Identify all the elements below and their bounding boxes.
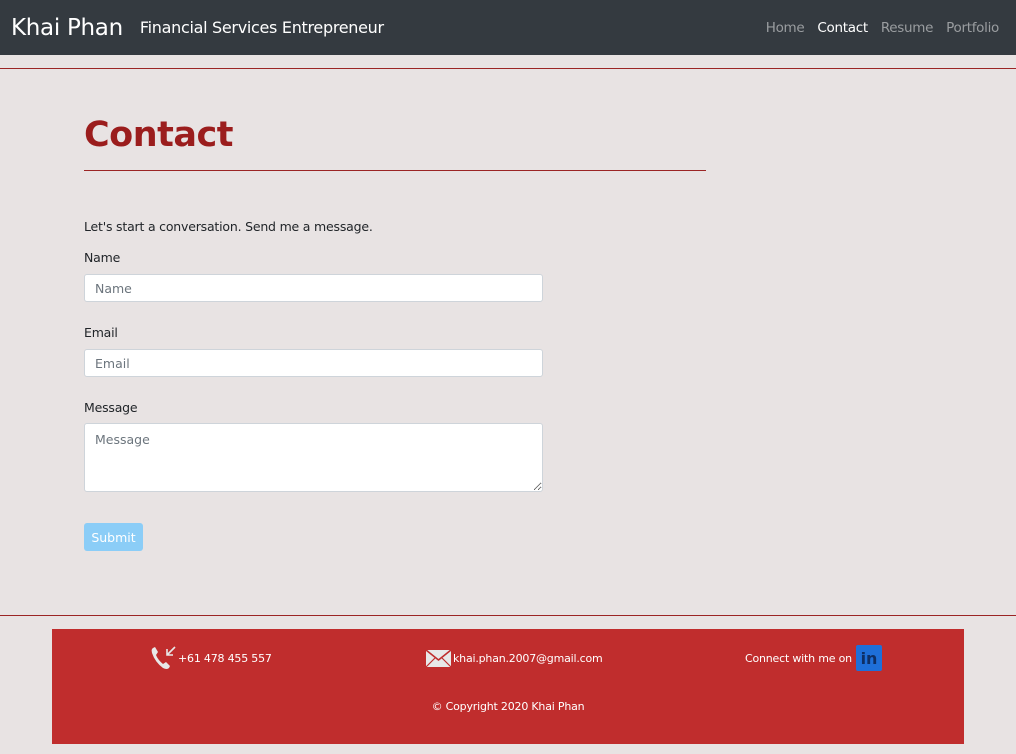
footer: +61 478 455 557 khai.phan.2007@gmail.com…: [52, 629, 964, 744]
linkedin-icon[interactable]: in: [855, 645, 882, 671]
footer-phone: +61 478 455 557: [150, 645, 272, 671]
message-label: Message: [84, 400, 138, 415]
footer-email: khai.phan.2007@gmail.com: [425, 645, 603, 671]
top-divider: [0, 68, 1016, 69]
nav-home[interactable]: Home: [766, 20, 805, 36]
nav-contact[interactable]: Contact: [817, 20, 868, 36]
email-address[interactable]: khai.phan.2007@gmail.com: [453, 652, 603, 665]
email-label: Email: [84, 325, 118, 340]
navbar: Khai Phan Financial Services Entrepreneu…: [0, 0, 1016, 55]
nav-portfolio[interactable]: Portfolio: [946, 20, 999, 36]
message-textarea[interactable]: [84, 423, 543, 492]
footer-linkedin: Connect with me on in: [745, 645, 882, 671]
email-input[interactable]: [84, 349, 543, 377]
brand-subtitle: Financial Services Entrepreneur: [139, 18, 384, 37]
name-input[interactable]: [84, 274, 543, 302]
linkedin-text: Connect with me on: [745, 651, 852, 665]
mail-icon: [425, 645, 453, 671]
brand-name[interactable]: Khai Phan: [11, 15, 123, 41]
copyright: © Copyright 2020 Khai Phan: [431, 700, 585, 713]
bottom-divider: [0, 615, 1016, 616]
page-title: Contact: [84, 115, 233, 155]
intro-text: Let's start a conversation. Send me a me…: [84, 219, 373, 234]
phone-icon: [150, 645, 178, 671]
name-label: Name: [84, 250, 121, 265]
submit-button[interactable]: Submit: [84, 523, 143, 551]
nav-links: Home Contact Resume Portfolio: [766, 20, 1000, 36]
title-divider: [84, 170, 706, 171]
nav-resume[interactable]: Resume: [881, 20, 934, 36]
phone-number[interactable]: +61 478 455 557: [178, 652, 272, 665]
